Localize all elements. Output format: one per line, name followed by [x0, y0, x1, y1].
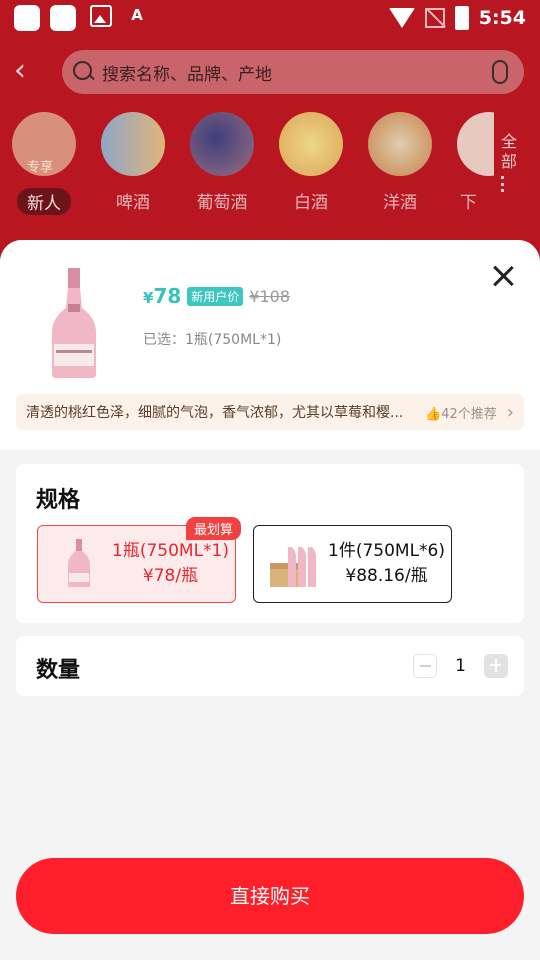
quantity-title: 数量 — [36, 658, 81, 683]
spec-option-price: ¥88.16/瓶 — [345, 566, 428, 586]
product-spec-sheet: ¥78 新用户价 ¥108 已选：1瓶(750ML*1) 清透的桃红色泽，细腻的… — [0, 240, 540, 960]
decrease-quantity-button[interactable] — [413, 654, 438, 678]
search-icon — [72, 60, 96, 84]
current-price: ¥78 — [143, 284, 182, 308]
category-image — [101, 112, 165, 176]
category-label: 葡萄酒 — [196, 193, 248, 213]
category-label: 啤酒 — [116, 193, 150, 213]
category-image — [457, 112, 494, 176]
selected-spec-text: 已选：1瓶(750ML*1) — [143, 332, 282, 348]
image-icon — [90, 5, 112, 27]
spec-title: 规格 — [36, 488, 81, 513]
product-bottle-image — [52, 268, 96, 378]
search-input[interactable]: 搜索名称、品牌、产地 — [62, 50, 524, 94]
microphone-icon[interactable] — [492, 60, 508, 84]
font-icon: A — [131, 6, 143, 24]
all-categories-button[interactable]: 全部 — [496, 132, 522, 192]
category-item-liquor[interactable]: 洋酒 — [365, 112, 435, 213]
description-text: 清透的桃红色泽，细腻的气泡，香气浓郁，尤其以草莓和樱... — [26, 405, 404, 421]
spec-card: 规格 1瓶(750ML*1) ¥78/瓶 最划算 1件(750ML*6) ¥88… — [16, 464, 524, 623]
category-label: 下 — [460, 193, 477, 213]
category-label: 洋酒 — [383, 193, 417, 213]
category-image — [190, 112, 254, 176]
case-bottles-image — [270, 547, 316, 587]
price-row: ¥78 新用户价 ¥108 — [143, 284, 290, 308]
quantity-card: 数量 1 — [16, 636, 524, 696]
description-bar[interactable]: 清透的桃红色泽，细腻的气泡，香气浓郁，尤其以草莓和樱... 👍42个推荐 › — [16, 394, 524, 430]
wifi-icon — [388, 8, 415, 28]
battery-icon — [454, 6, 469, 30]
status-bar: A 5:54 — [0, 0, 540, 36]
category-item-more[interactable]: 下 — [454, 112, 494, 213]
chevron-right-icon: › — [506, 401, 514, 423]
app-notification-icon — [14, 5, 40, 31]
no-signal-icon — [424, 8, 445, 28]
spec-option-name: 1件(750ML*6) — [328, 541, 445, 561]
new-user-price-tag: 新用户价 — [187, 286, 244, 306]
spec-option-name: 1瓶(750ML*1) — [112, 541, 229, 561]
search-row: ‹ 搜索名称、品牌、产地 — [0, 50, 540, 94]
sheet-header: ¥78 新用户价 ¥108 已选：1瓶(750ML*1) 清透的桃红色泽，细腻的… — [0, 240, 540, 450]
category-image — [279, 112, 343, 176]
category-item-wine[interactable]: 葡萄酒 — [187, 112, 257, 213]
original-price: ¥108 — [249, 286, 291, 306]
buy-now-button[interactable]: 直接购买 — [16, 858, 524, 934]
category-overlay-label: 专享 — [27, 160, 54, 175]
background-page: A 5:54 ‹ 搜索名称、品牌、产地 专享 新人 啤酒 葡萄酒 白酒 洋酒 下… — [0, 0, 540, 260]
category-label: 白酒 — [294, 193, 328, 213]
recommend-count: 👍42个推荐 — [425, 406, 497, 422]
category-image — [368, 112, 432, 176]
category-item-beer[interactable]: 啤酒 — [98, 112, 168, 213]
quantity-stepper: 1 — [413, 654, 508, 678]
best-value-badge: 最划算 — [186, 517, 242, 540]
spec-option-price: ¥78/瓶 — [142, 566, 199, 586]
search-placeholder: 搜索名称、品牌、产地 — [102, 64, 272, 85]
increase-quantity-button[interactable] — [484, 654, 508, 678]
list-icon — [501, 176, 517, 192]
category-row: 专享 新人 啤酒 葡萄酒 白酒 洋酒 下 全部 — [0, 112, 540, 222]
all-categories-label: 全部 — [500, 132, 517, 171]
category-label: 新人 — [17, 188, 71, 215]
category-item-new-user[interactable]: 专享 新人 — [9, 112, 79, 215]
category-item-baijiu[interactable]: 白酒 — [276, 112, 346, 213]
spec-option-case[interactable]: 1件(750ML*6) ¥88.16/瓶 — [253, 525, 452, 603]
single-bottle-image — [68, 539, 90, 587]
close-icon[interactable] — [492, 264, 516, 288]
app-notification-icon — [50, 5, 76, 31]
clock: 5:54 — [478, 7, 526, 29]
back-button[interactable]: ‹ — [14, 56, 42, 88]
quantity-value: 1 — [455, 656, 466, 676]
